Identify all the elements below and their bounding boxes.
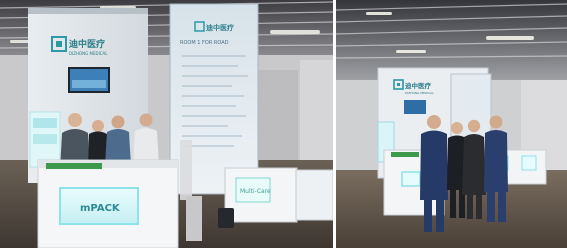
side-counter-logo: Multi-Care [240, 188, 271, 195]
brand-name-cn: 迪中医疗 [69, 38, 105, 50]
counter-plants [46, 163, 102, 169]
counter-logo-text: mPACK [80, 203, 121, 214]
brand-name-en: DIZHONG MEDICAL [69, 51, 108, 56]
wall-monitor [404, 100, 426, 114]
booth-scene-right: 迪中医疗 DIZHONG MEDICAL [336, 0, 567, 248]
brand-name-en: DIZHONG MEDICAL [405, 91, 434, 95]
panel-brand-cn: 迪中医疗 [206, 23, 234, 32]
trash-bin [218, 208, 234, 228]
panel-heading: ROOM 1 FOR ROAD [180, 40, 229, 46]
booth-photo-left: 迪中医疗 DIZHONG MEDICAL 迪中医疗 ROOM 1 FOR ROA… [0, 0, 333, 248]
booth-scene-left: 迪中医疗 DIZHONG MEDICAL 迪中医疗 ROOM 1 FOR ROA… [0, 0, 333, 248]
booth-photo-right: 迪中医疗 DIZHONG MEDICAL [336, 0, 567, 248]
brand-name-cn: 迪中医疗 [405, 81, 432, 90]
